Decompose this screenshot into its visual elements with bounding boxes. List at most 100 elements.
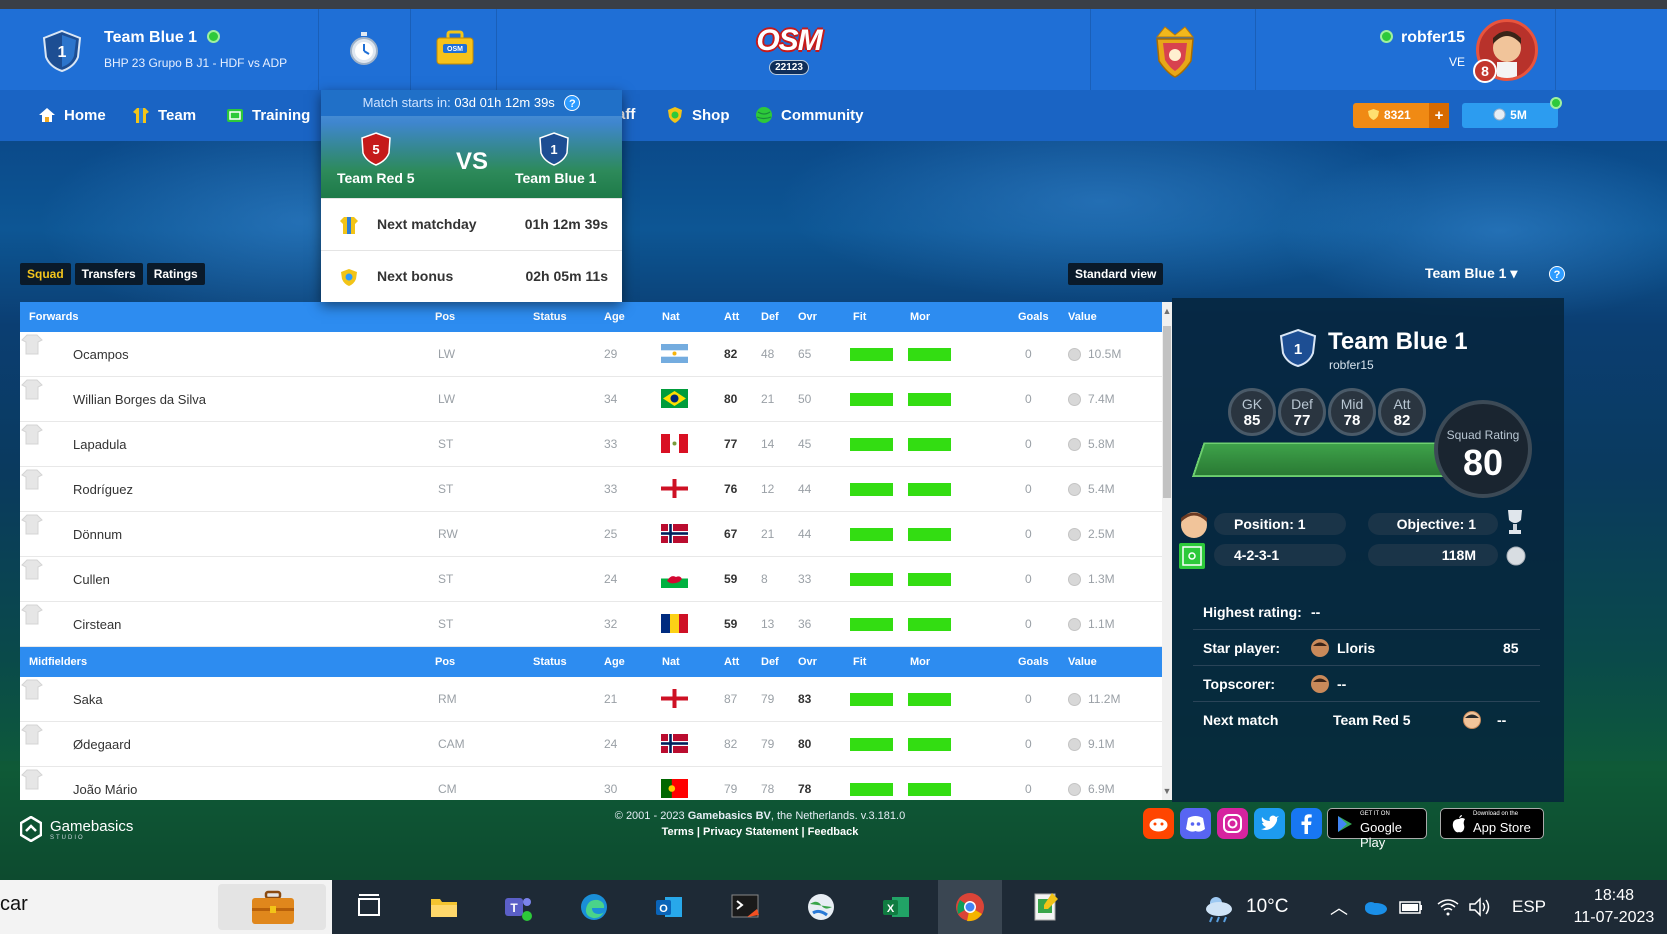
player-name[interactable]: Cullen <box>73 572 110 587</box>
scroll-thumb[interactable] <box>1163 326 1171 498</box>
column-mor[interactable]: Mor <box>910 656 930 668</box>
standard-view-button[interactable]: Standard view <box>1068 263 1164 285</box>
table-row[interactable]: Ocampos LW 29 82 48 65 0 10.5M <box>20 332 1172 377</box>
scroll-down-icon[interactable]: ▼ <box>1162 786 1172 798</box>
next-match-row[interactable]: Next match Team Red 5 -- <box>1193 702 1540 738</box>
table-row[interactable]: Ødegaard CAM 24 82 79 80 0 9.1M <box>20 722 1172 767</box>
column-att[interactable]: Att <box>724 311 739 323</box>
table-row[interactable]: Rodríguez ST 33 76 12 44 0 5.4M <box>20 467 1172 512</box>
player-name[interactable]: Rodríguez <box>73 482 133 497</box>
column-mor[interactable]: Mor <box>910 311 930 323</box>
discord-icon[interactable] <box>1180 808 1211 839</box>
table-row[interactable]: João Mário CM 30 79 78 78 0 6.9M <box>20 767 1172 800</box>
player-name[interactable]: João Mário <box>73 782 137 797</box>
osm-logo[interactable]: OSM 22123 <box>750 24 828 75</box>
help-icon[interactable]: ? <box>564 95 581 111</box>
weather-icon[interactable] <box>1200 893 1238 923</box>
reddit-icon[interactable] <box>1143 808 1174 839</box>
excel-icon[interactable]: X <box>880 891 912 923</box>
terms-link[interactable]: Terms <box>662 826 694 838</box>
terminal-app-icon[interactable] <box>729 891 761 923</box>
table-row[interactable]: Saka RM 21 87 79 83 0 11.2M <box>20 677 1172 722</box>
club-crown-button[interactable] <box>1091 9 1256 90</box>
column-value[interactable]: Value <box>1068 656 1097 668</box>
coins-counter[interactable]: 8321 + <box>1353 103 1449 128</box>
player-name[interactable]: Dönnum <box>73 527 122 542</box>
volume-icon[interactable] <box>1468 897 1492 917</box>
tab-transfers[interactable]: Transfers <box>74 263 143 285</box>
column-pos[interactable]: Pos <box>435 656 455 668</box>
column-goals[interactable]: Goals <box>1018 656 1049 668</box>
tab-ratings[interactable]: Ratings <box>146 263 205 285</box>
column-fit[interactable]: Fit <box>853 311 866 323</box>
column-age[interactable]: Age <box>604 311 625 323</box>
temperature[interactable]: 10°C <box>1246 896 1288 918</box>
column-ovr[interactable]: Ovr <box>798 311 817 323</box>
facebook-icon[interactable] <box>1291 808 1322 839</box>
table-row[interactable]: Willian Borges da Silva LW 34 80 21 50 0 7.4M <box>20 377 1172 422</box>
edge-icon[interactable] <box>578 891 610 923</box>
table-scrollbar[interactable]: ▲ ▼ <box>1162 302 1172 800</box>
google-play-button[interactable]: GET IT ON Google Play <box>1327 808 1427 850</box>
onedrive-icon[interactable] <box>1362 899 1388 915</box>
table-row[interactable]: Cullen ST 24 59 8 33 0 1.3M <box>20 557 1172 602</box>
nav-shop[interactable]: Shop <box>666 106 730 124</box>
team-selector[interactable]: Team Blue 1 ▾ <box>1425 265 1517 282</box>
twitter-icon[interactable] <box>1254 808 1285 839</box>
user-info[interactable]: robfer15 VE 8 <box>1256 9 1556 90</box>
column-goals[interactable]: Goals <box>1018 311 1049 323</box>
battery-icon[interactable] <box>1398 899 1424 915</box>
osm-shop-button[interactable]: OSM <box>411 9 497 90</box>
column-status[interactable]: Status <box>533 656 567 668</box>
scroll-up-icon[interactable]: ▲ <box>1162 306 1172 318</box>
nav-home[interactable]: Home <box>38 106 106 124</box>
tab-squad[interactable]: Squad <box>20 263 71 285</box>
column-nat[interactable]: Nat <box>662 656 680 668</box>
nav-community[interactable]: Community <box>755 106 864 124</box>
column-age[interactable]: Age <box>604 656 625 668</box>
globe-app-icon[interactable] <box>805 891 837 923</box>
column-def[interactable]: Def <box>761 656 779 668</box>
column-pos[interactable]: Pos <box>435 311 455 323</box>
team-info[interactable]: 1 Team Blue 1 BHP 23 Grupo B J1 - HDF vs… <box>0 9 319 90</box>
outlook-icon[interactable]: O <box>653 891 685 923</box>
app-store-button[interactable]: Download on the App Store <box>1440 808 1544 839</box>
privacy-link[interactable]: Privacy Statement <box>703 826 798 838</box>
timer-button[interactable] <box>319 9 411 90</box>
chrome-icon[interactable] <box>954 891 986 923</box>
table-row[interactable]: Dönnum RW 25 67 21 44 0 2.5M <box>20 512 1172 557</box>
nav-team[interactable]: Team <box>132 106 196 124</box>
feedback-link[interactable]: Feedback <box>808 826 859 838</box>
player-name[interactable]: Cirstean <box>73 617 121 632</box>
buy-coins-button[interactable]: + <box>1429 103 1449 128</box>
wifi-icon[interactable] <box>1436 897 1460 917</box>
gamebasics-logo[interactable]: Gamebasics STUDIO <box>20 816 133 842</box>
column-att[interactable]: Att <box>724 656 739 668</box>
player-name[interactable]: Ødegaard <box>73 737 131 752</box>
table-row[interactable]: Cirstean ST 32 59 13 36 0 1.1M <box>20 602 1172 647</box>
match-popup[interactable]: Match starts in: 03d 01h 12m 39s ? 5 VS … <box>321 90 622 302</box>
instagram-icon[interactable] <box>1217 808 1248 839</box>
help-icon[interactable]: ? <box>1549 266 1565 282</box>
taskbar-clock[interactable]: 18:48 11-07-2023 <box>1560 885 1667 929</box>
column-nat[interactable]: Nat <box>662 311 680 323</box>
section-header[interactable]: Midfielders Pos Status Age Nat Att Def Ovr Fit Mo… <box>20 647 1172 677</box>
column-def[interactable]: Def <box>761 311 779 323</box>
column-fit[interactable]: Fit <box>853 656 866 668</box>
player-name[interactable]: Willian Borges da Silva <box>73 392 206 407</box>
file-explorer-icon[interactable] <box>428 891 460 923</box>
table-row[interactable]: Lapadula ST 33 77 14 45 0 5.8M <box>20 422 1172 467</box>
chevron-up-icon[interactable]: ︿ <box>1330 894 1348 920</box>
player-name[interactable]: Saka <box>73 692 103 707</box>
language-indicator[interactable]: ESP <box>1512 897 1546 917</box>
task-view-icon[interactable] <box>353 891 385 923</box>
osm-app-icon[interactable] <box>1030 891 1062 923</box>
player-name[interactable]: Lapadula <box>73 437 127 452</box>
column-value[interactable]: Value <box>1068 311 1097 323</box>
taskbar-search[interactable]: car <box>0 880 332 934</box>
player-name[interactable]: Ocampos <box>73 347 129 362</box>
column-status[interactable]: Status <box>533 311 567 323</box>
money-counter[interactable]: 5M <box>1462 97 1562 128</box>
column-ovr[interactable]: Ovr <box>798 656 817 668</box>
teams-icon[interactable]: T <box>502 891 534 923</box>
